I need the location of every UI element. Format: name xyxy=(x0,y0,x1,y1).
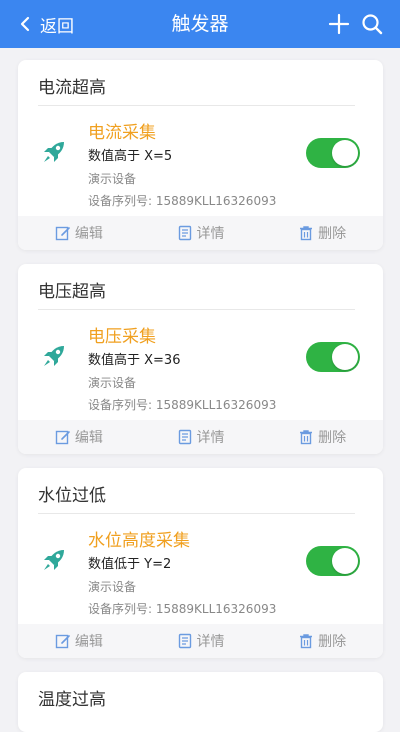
document-icon xyxy=(178,429,191,445)
search-button[interactable] xyxy=(361,13,383,35)
trigger-card: 温度过高 xyxy=(18,672,383,732)
device-name: 演示设备 xyxy=(88,580,137,594)
trash-icon xyxy=(300,634,313,649)
device-name: 演示设备 xyxy=(88,376,137,390)
trigger-card: 水位过低 水位高度采集 数值低于 Y=2 演示设备 设备序列号: 15889KL… xyxy=(18,468,383,658)
delete-button[interactable]: 删除 xyxy=(261,624,383,658)
plus-icon xyxy=(328,13,350,35)
rocket-icon xyxy=(44,142,64,162)
trash-icon xyxy=(300,226,313,241)
search-icon xyxy=(362,14,383,35)
edit-icon xyxy=(55,634,70,649)
item-name: 电流采集 xyxy=(88,123,156,143)
device-serial: 设备序列号: 15889KLL16326093 xyxy=(88,194,277,208)
edit-button[interactable]: 编辑 xyxy=(18,216,140,250)
edit-button[interactable]: 编辑 xyxy=(18,420,140,454)
device-serial: 设备序列号: 15889KLL16326093 xyxy=(88,602,277,616)
document-icon xyxy=(178,225,191,241)
detail-button[interactable]: 详情 xyxy=(140,624,262,658)
edit-label: 编辑 xyxy=(74,634,103,650)
trash-icon xyxy=(300,430,313,445)
action-bar: 编辑 详情 删除 xyxy=(18,624,383,658)
device-name: 演示设备 xyxy=(88,172,137,186)
edit-label: 编辑 xyxy=(74,226,103,242)
divider xyxy=(38,105,355,106)
document-icon xyxy=(178,633,191,649)
trigger-title: 水位过低 xyxy=(38,486,106,506)
trigger-title: 温度过高 xyxy=(38,690,106,710)
edit-icon xyxy=(55,430,70,445)
trigger-card: 电压超高 电压采集 数值高于 X=36 演示设备 设备序列号: 15889KLL… xyxy=(18,264,383,454)
action-bar: 编辑 详情 删除 xyxy=(18,420,383,454)
toggle-knob xyxy=(332,140,358,166)
delete-label: 删除 xyxy=(318,430,347,446)
delete-label: 删除 xyxy=(318,634,347,650)
edit-icon xyxy=(55,226,70,241)
trigger-condition: 数值高于 X=5 xyxy=(88,149,173,164)
trigger-condition: 数值高于 X=36 xyxy=(88,353,181,368)
enable-toggle[interactable] xyxy=(306,546,360,576)
delete-label: 删除 xyxy=(318,226,347,242)
detail-label: 详情 xyxy=(196,634,225,650)
item-name: 电压采集 xyxy=(88,327,156,347)
enable-toggle[interactable] xyxy=(306,342,360,372)
trigger-title: 电流超高 xyxy=(38,78,106,98)
divider xyxy=(38,513,355,514)
toggle-knob xyxy=(332,548,358,574)
device-serial: 设备序列号: 15889KLL16326093 xyxy=(88,398,277,412)
enable-toggle[interactable] xyxy=(306,138,360,168)
detail-button[interactable]: 详情 xyxy=(140,216,262,250)
top-navbar: 返回 触发器 xyxy=(0,0,400,48)
add-button[interactable] xyxy=(328,13,350,35)
divider xyxy=(38,309,355,310)
item-name: 水位高度采集 xyxy=(88,531,190,551)
detail-label: 详情 xyxy=(196,226,225,242)
edit-label: 编辑 xyxy=(74,430,103,446)
delete-button[interactable]: 删除 xyxy=(261,420,383,454)
toggle-knob xyxy=(332,344,358,370)
edit-button[interactable]: 编辑 xyxy=(18,624,140,658)
delete-button[interactable]: 删除 xyxy=(261,216,383,250)
detail-label: 详情 xyxy=(196,430,225,446)
trigger-title: 电压超高 xyxy=(38,282,106,302)
trigger-condition: 数值低于 Y=2 xyxy=(88,557,172,572)
rocket-icon xyxy=(44,550,64,570)
detail-button[interactable]: 详情 xyxy=(140,420,262,454)
rocket-icon xyxy=(44,346,64,366)
action-bar: 编辑 详情 删除 xyxy=(18,216,383,250)
trigger-card: 电流超高 电流采集 数值高于 X=5 演示设备 设备序列号: 15889KLL1… xyxy=(18,60,383,250)
